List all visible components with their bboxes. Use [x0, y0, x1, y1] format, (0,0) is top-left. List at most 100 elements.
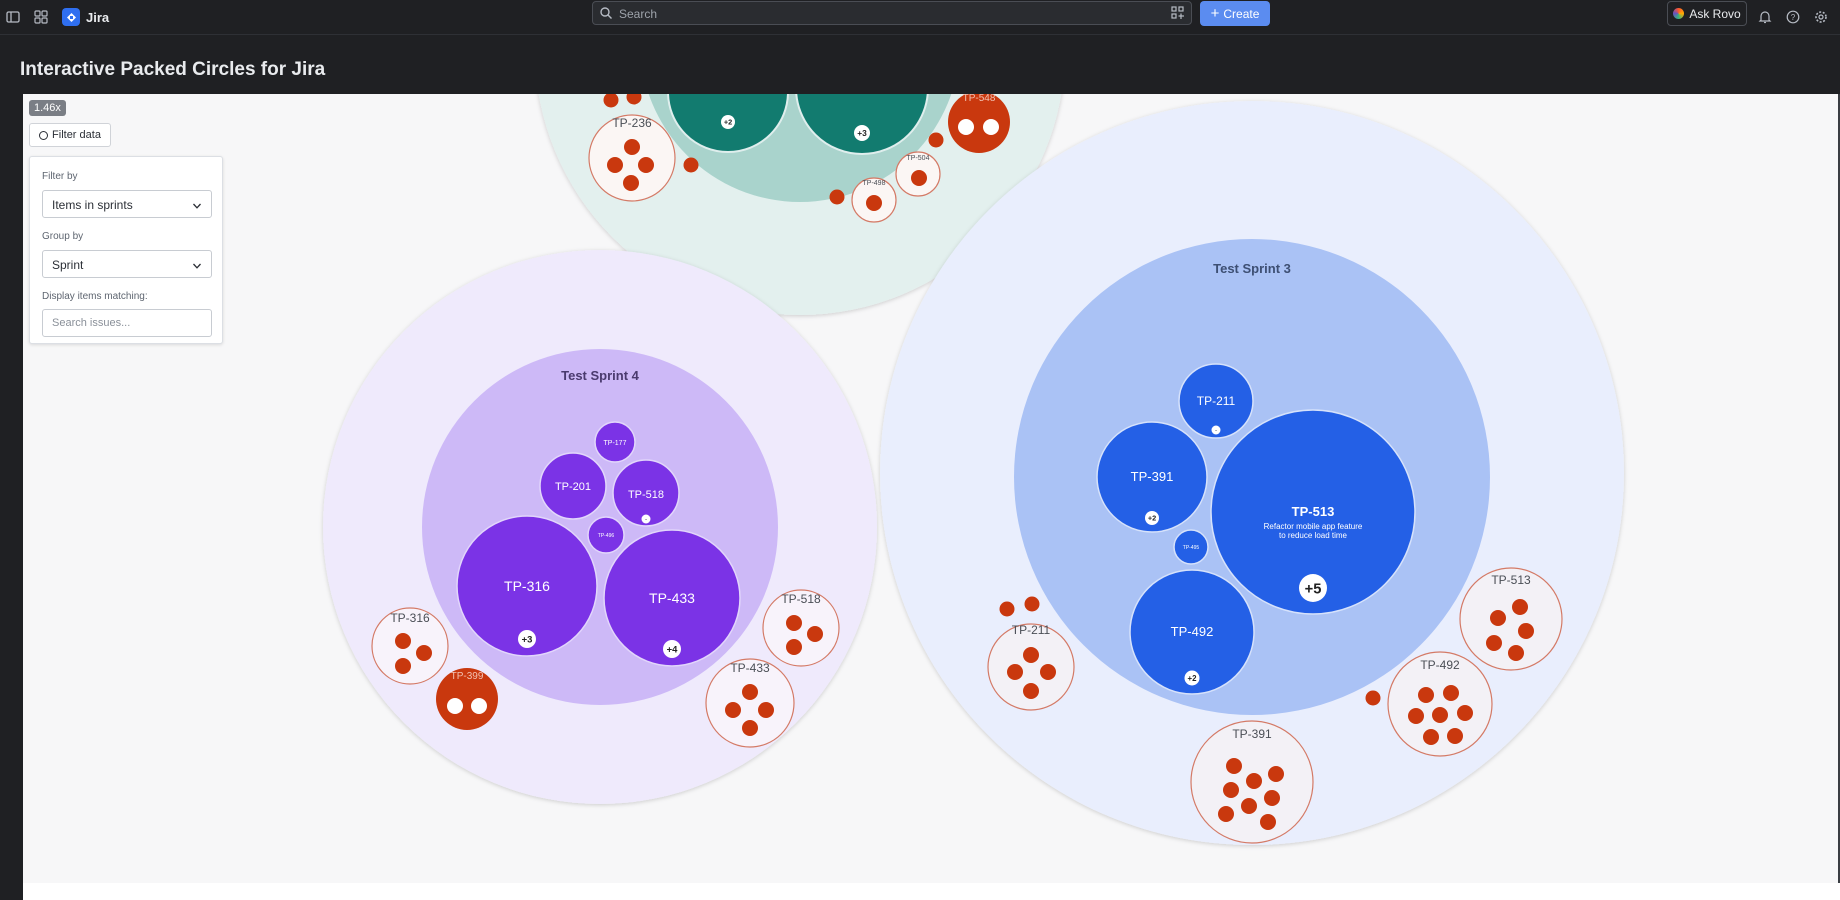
filter-by-select[interactable]: Items in sprints: [42, 190, 212, 218]
subtask-dot[interactable]: [1365, 690, 1381, 706]
app-switcher-icon[interactable]: [29, 5, 53, 29]
issue-summary: Refactor mobile app feature: [1264, 522, 1363, 531]
subtask-dot[interactable]: [758, 702, 774, 718]
subtask-dot[interactable]: [742, 720, 758, 736]
subtask-dot[interactable]: [1408, 708, 1424, 724]
subtask-dot[interactable]: [1040, 664, 1056, 680]
subtask-dot[interactable]: [1218, 806, 1234, 822]
global-search-input[interactable]: Search: [592, 1, 1192, 25]
create-button-label: Create: [1223, 6, 1260, 21]
issue-badge-text: +2: [1148, 514, 1156, 523]
canvas-bottom-edge: [23, 883, 1840, 900]
subtask-group-label: TP-236: [612, 116, 652, 130]
subtask-dot[interactable]: [395, 658, 411, 674]
ask-rovo-button[interactable]: Ask Rovo: [1667, 1, 1747, 26]
issue-search-input[interactable]: [42, 309, 212, 337]
subtask-dot[interactable]: [1457, 705, 1473, 721]
subtask-dot[interactable]: [725, 702, 741, 718]
filter-panel: Filter by Items in sprints Group by Spri…: [29, 156, 223, 344]
subtask-dot[interactable]: [1443, 685, 1459, 701]
issue-label: TP-201: [555, 481, 591, 493]
subtask-group-label: TP-518: [781, 592, 821, 606]
subtask-dot[interactable]: [1246, 773, 1262, 789]
subtask-dot[interactable]: [1007, 664, 1023, 680]
subtask-dot-white[interactable]: [447, 698, 463, 714]
subtask-dot[interactable]: [638, 157, 654, 173]
subtask-dot[interactable]: [1447, 728, 1463, 744]
group-by-select[interactable]: Sprint: [42, 250, 212, 278]
subtask-dot[interactable]: [623, 175, 639, 191]
sidebar-toggle-icon[interactable]: [1, 5, 25, 29]
subtask-group-label: TP-316: [390, 611, 430, 625]
sprint-label: Test Sprint 4: [561, 368, 640, 383]
subtask-dot[interactable]: [1268, 766, 1284, 782]
subtask-dot[interactable]: [1512, 599, 1528, 615]
subtask-dot[interactable]: [866, 195, 882, 211]
subtask-dot[interactable]: [1508, 645, 1524, 661]
subtask-dot[interactable]: [1241, 798, 1257, 814]
subtask-dot[interactable]: [1486, 635, 1502, 651]
app-name: Jira: [86, 9, 110, 25]
issue-badge-text: +2: [724, 118, 732, 127]
subtask-dot[interactable]: [1418, 687, 1434, 703]
search-placeholder: Search: [619, 7, 658, 21]
subtask-dot-white[interactable]: [471, 698, 487, 714]
packed-circles-canvas[interactable]: +2 +3 TP-236 TP-548 TP-504 TP-498 Test Sprint …: [23, 94, 1840, 883]
page-title: Interactive Packed Circles for Jira: [20, 59, 326, 80]
subtask-dot[interactable]: [1223, 782, 1239, 798]
subtask-dot[interactable]: [1264, 790, 1280, 806]
bell-icon[interactable]: [1753, 5, 1777, 29]
subtask-dot[interactable]: [786, 639, 802, 655]
issue-label: TP-177: [604, 440, 627, 447]
subtask-group-label: TP-504: [907, 155, 930, 162]
filter-data-label: Filter data: [52, 129, 101, 141]
subtask-group-label: TP-433: [730, 661, 770, 675]
create-button[interactable]: + Create: [1200, 1, 1270, 26]
subtask-dot[interactable]: [624, 139, 640, 155]
subtask-group-label: TP-513: [1491, 573, 1531, 587]
subtask-dot[interactable]: [1024, 596, 1040, 612]
subtask-dot-white[interactable]: [958, 119, 974, 135]
subtask-group-label: TP-492: [1420, 658, 1460, 672]
issue-label: TP-518: [628, 489, 664, 501]
subtask-dot[interactable]: [1260, 814, 1276, 830]
display-matching-label: Display items matching:: [42, 291, 148, 302]
subtask-dot[interactable]: [1423, 729, 1439, 745]
settings-icon[interactable]: [1809, 5, 1833, 29]
issue-badge-text: +3: [857, 128, 867, 138]
subtask-group-label: TP-391: [1232, 727, 1272, 741]
subtask-dot[interactable]: [742, 684, 758, 700]
jira-logo-icon: [62, 8, 80, 26]
issue-badge-text: +4: [667, 644, 679, 655]
subtask-dot[interactable]: [786, 615, 802, 631]
subtask-dot[interactable]: [807, 626, 823, 642]
subtask-dot[interactable]: [928, 132, 944, 148]
search-icon: [599, 6, 613, 25]
svg-text:?: ?: [1791, 13, 1796, 22]
subtask-dot[interactable]: [607, 157, 623, 173]
help-icon[interactable]: ?: [1781, 5, 1805, 29]
jira-logo[interactable]: Jira: [62, 5, 109, 29]
issue-label: TP-433: [649, 590, 695, 606]
filter-data-button[interactable]: Filter data: [29, 123, 111, 147]
subtask-dot-white[interactable]: [983, 119, 999, 135]
subtask-dot[interactable]: [1226, 758, 1242, 774]
packed-circles-svg[interactable]: +2 +3 TP-236 TP-548 TP-504 TP-498 Test Sprint …: [23, 94, 1840, 883]
subtask-dot[interactable]: [416, 645, 432, 661]
subtask-dot[interactable]: [1432, 707, 1448, 723]
group-by-label: Group by: [42, 231, 84, 242]
ask-rovo-label: Ask Rovo: [1689, 6, 1741, 21]
subtask-dot[interactable]: [395, 633, 411, 649]
subtask-dot[interactable]: [911, 170, 927, 186]
subtask-dot[interactable]: [1518, 623, 1534, 639]
subtask-dot[interactable]: [683, 157, 699, 173]
subtask-dot[interactable]: [1490, 610, 1506, 626]
subtask-group-label: TP-211: [1012, 623, 1051, 637]
subtask-dot[interactable]: [999, 601, 1015, 617]
subtask-dot[interactable]: [829, 189, 845, 205]
issue-label: TP-495: [1183, 545, 1200, 551]
subtask-dot[interactable]: [1023, 683, 1039, 699]
subtask-dot[interactable]: [1023, 647, 1039, 663]
search-filter-icon[interactable]: [1171, 6, 1185, 25]
issue-badge-text: +3: [522, 634, 533, 645]
